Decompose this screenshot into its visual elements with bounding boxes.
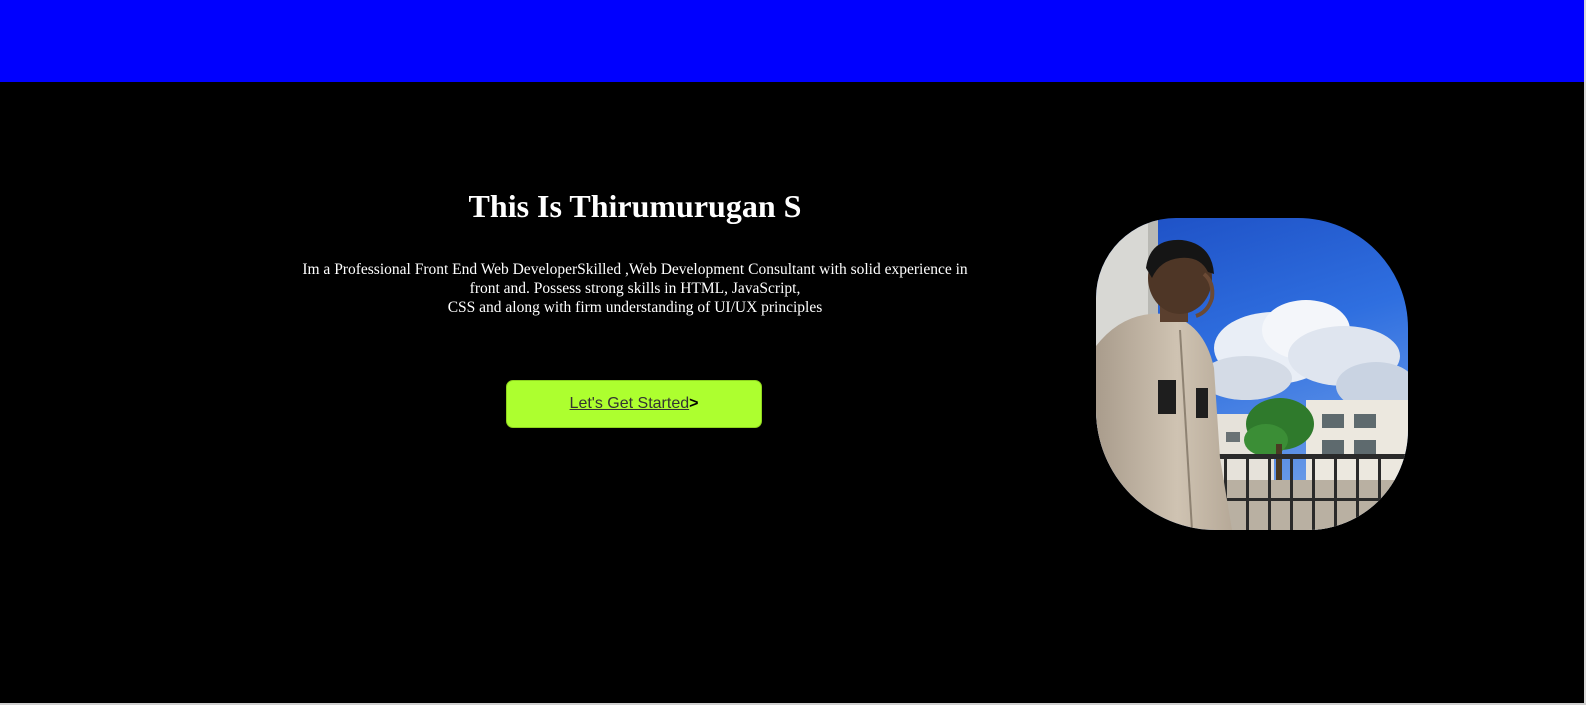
get-started-button[interactable]: Let's Get Started > xyxy=(506,380,762,428)
profile-photo-illustration xyxy=(1096,218,1408,530)
hero-description-line: Im a Professional Front End Web Develope… xyxy=(302,261,968,278)
hero-description-line: CSS and along with firm understanding of… xyxy=(447,299,823,316)
hero-title: This Is Thirumurugan S xyxy=(468,188,802,224)
hero-description-line: front and. Possess strong skills in HTML… xyxy=(469,280,801,297)
hero-description: Im a Professional Front End Web Develope… xyxy=(268,260,1002,317)
hero-section: This Is Thirumurugan S Im a Professional… xyxy=(0,82,1584,703)
top-navigation-bar xyxy=(0,0,1584,82)
get-started-link[interactable]: Let's Get Started xyxy=(570,395,690,413)
profile-photo xyxy=(1096,218,1408,530)
arrow-right-icon: > xyxy=(689,395,699,412)
